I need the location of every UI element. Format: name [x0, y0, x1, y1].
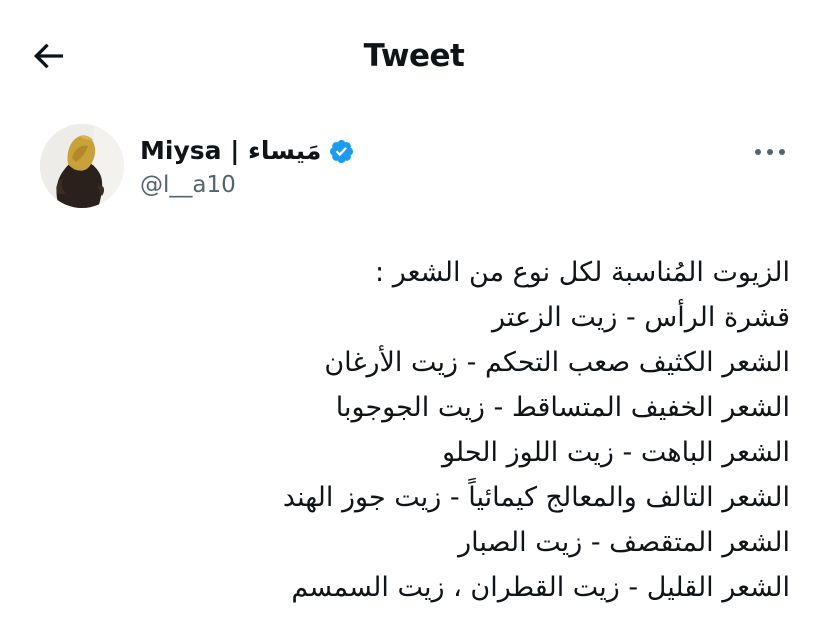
- verified-badge-icon: [328, 138, 355, 165]
- tweet-line: الشعر الباهت - زيت اللوز الحلو: [441, 437, 790, 468]
- tweet-line: قشرة الرأس - زيت الزعتر: [491, 302, 790, 333]
- tweet-line: الزيوت المُناسبة لكل نوع من الشعر :: [375, 257, 790, 288]
- tweet-line: الشعر المتقصف - زيت الصبار: [458, 527, 790, 558]
- tweet-line: الشعر القليل - زيت القطران ، زيت السمسم: [291, 572, 790, 603]
- tweet-line: الشعر الكثيف صعب التحكم - زيت الأرغان: [324, 347, 790, 378]
- tweet-line: الشعر الخفيف المتساقط - زيت الجوجوبا: [335, 392, 790, 423]
- top-bar: Tweet: [0, 0, 828, 110]
- more-options-button[interactable]: [750, 138, 790, 166]
- display-name[interactable]: Miysa | مَيساء: [140, 136, 321, 166]
- avatar[interactable]: [40, 124, 124, 208]
- profile-photo: [40, 124, 124, 208]
- tweet-text: الزيوت المُناسبة لكل نوع من الشعر : قشرة…: [90, 250, 790, 610]
- tweet-author: Miysa | مَيساء @l__a10: [40, 124, 800, 208]
- author-name-line: Miysa | مَيساء: [140, 134, 355, 168]
- author-handle[interactable]: @l__a10: [140, 170, 236, 200]
- ellipsis-icon: [755, 149, 785, 155]
- tweet-line: الشعر التالف والمعالج كيمائياً - زيت جوز…: [282, 482, 790, 513]
- page-title: Tweet: [363, 38, 465, 74]
